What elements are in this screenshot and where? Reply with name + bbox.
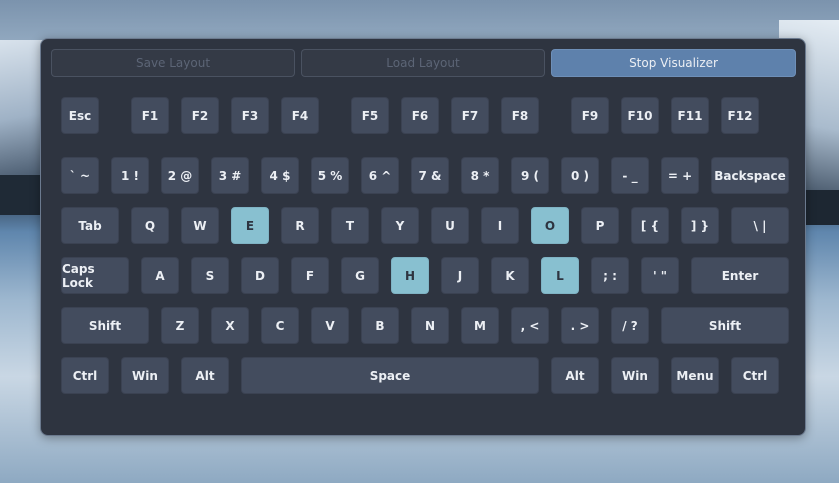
key-backslash[interactable]: \ | [731,207,789,244]
key-k[interactable]: K [491,257,529,294]
key-2[interactable]: 2 @ [161,157,199,194]
key-w[interactable]: W [181,207,219,244]
key-right-win[interactable]: Win [611,357,659,394]
key-f10[interactable]: F10 [621,97,659,134]
key-v[interactable]: V [311,307,349,344]
key-f9[interactable]: F9 [571,97,609,134]
key-comma[interactable]: , < [511,307,549,344]
key-a[interactable]: A [141,257,179,294]
key-j[interactable]: J [441,257,479,294]
key-equal[interactable]: = + [661,157,699,194]
key-q[interactable]: Q [131,207,169,244]
key-t[interactable]: T [331,207,369,244]
key-s[interactable]: S [191,257,229,294]
key-f12[interactable]: F12 [721,97,759,134]
key-f2[interactable]: F2 [181,97,219,134]
key-c[interactable]: C [261,307,299,344]
key-grave[interactable]: ` ~ [61,157,99,194]
key-backspace[interactable]: Backspace [711,157,789,194]
key-1[interactable]: 1 ! [111,157,149,194]
key-f1[interactable]: F1 [131,97,169,134]
key-n[interactable]: N [411,307,449,344]
key-9[interactable]: 9 ( [511,157,549,194]
key-menu[interactable]: Menu [671,357,719,394]
key-z[interactable]: Z [161,307,199,344]
key-left-shift[interactable]: Shift [61,307,149,344]
key-8[interactable]: 8 * [461,157,499,194]
key-b[interactable]: B [361,307,399,344]
key-right-ctrl[interactable]: Ctrl [731,357,779,394]
key-6[interactable]: 6 ^ [361,157,399,194]
key-left-bracket[interactable]: [ { [631,207,669,244]
key-semicolon[interactable]: ; : [591,257,629,294]
key-right-shift[interactable]: Shift [661,307,789,344]
key-f3[interactable]: F3 [231,97,269,134]
key-0[interactable]: 0 ) [561,157,599,194]
key-r[interactable]: R [281,207,319,244]
key-3[interactable]: 3 # [211,157,249,194]
save-layout-button[interactable]: Save Layout [51,49,295,77]
key-g[interactable]: G [341,257,379,294]
key-left-alt[interactable]: Alt [181,357,229,394]
keyboard-visualizer-window: Save Layout Load Layout Stop Visualizer … [40,38,806,436]
key-period[interactable]: . > [561,307,599,344]
key-quote[interactable]: ' " [641,257,679,294]
key-f4[interactable]: F4 [281,97,319,134]
key-space[interactable]: Space [241,357,539,394]
key-y[interactable]: Y [381,207,419,244]
key-d[interactable]: D [241,257,279,294]
key-h[interactable]: H [391,257,429,294]
key-left-win[interactable]: Win [121,357,169,394]
key-x[interactable]: X [211,307,249,344]
key-p[interactable]: P [581,207,619,244]
key-f8[interactable]: F8 [501,97,539,134]
key-f6[interactable]: F6 [401,97,439,134]
key-f[interactable]: F [291,257,329,294]
key-left-ctrl[interactable]: Ctrl [61,357,109,394]
load-layout-button[interactable]: Load Layout [301,49,545,77]
key-f5[interactable]: F5 [351,97,389,134]
key-right-alt[interactable]: Alt [551,357,599,394]
key-f11[interactable]: F11 [671,97,709,134]
key-5[interactable]: 5 % [311,157,349,194]
key-o[interactable]: O [531,207,569,244]
key-slash[interactable]: / ? [611,307,649,344]
key-7[interactable]: 7 & [411,157,449,194]
key-esc[interactable]: Esc [61,97,99,134]
key-minus[interactable]: - _ [611,157,649,194]
key-i[interactable]: I [481,207,519,244]
key-tab[interactable]: Tab [61,207,119,244]
key-enter[interactable]: Enter [691,257,789,294]
key-right-bracket[interactable]: ] } [681,207,719,244]
key-l[interactable]: L [541,257,579,294]
key-e[interactable]: E [231,207,269,244]
stop-visualizer-button[interactable]: Stop Visualizer [551,49,796,77]
key-caps-lock[interactable]: Caps Lock [61,257,129,294]
key-u[interactable]: U [431,207,469,244]
key-m[interactable]: M [461,307,499,344]
key-f7[interactable]: F7 [451,97,489,134]
key-4[interactable]: 4 $ [261,157,299,194]
